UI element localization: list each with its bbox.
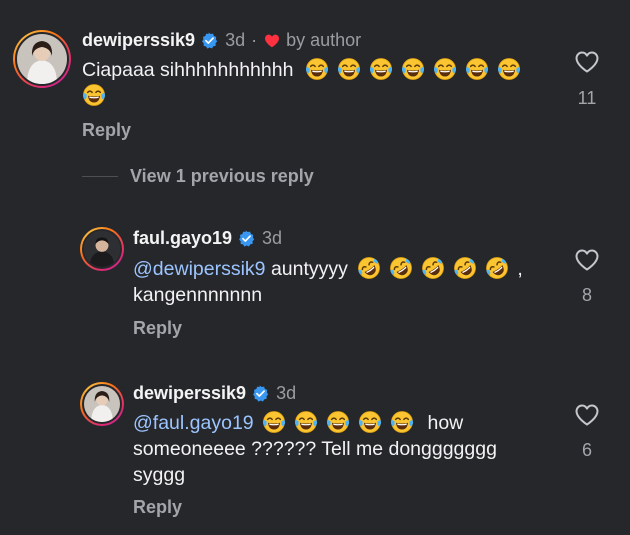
like-count: 8 xyxy=(581,285,592,305)
comment-text-content: Ciapaaa sihhhhhhhhhhh xyxy=(82,59,294,81)
rofl-emoji-icon xyxy=(389,256,413,280)
joy-emoji-icon xyxy=(294,410,318,434)
rofl-emoji-icon xyxy=(357,256,381,280)
joy-emoji-icon xyxy=(369,57,393,81)
joy-emoji-icon xyxy=(337,57,361,81)
timestamp: 3d xyxy=(276,383,297,403)
comment-text-content: syggg xyxy=(133,464,186,486)
joy-emoji-icon xyxy=(401,57,425,81)
username[interactable]: faul.gayo19 xyxy=(133,228,232,249)
avatar[interactable] xyxy=(13,30,71,88)
joy-emoji-icon xyxy=(358,410,382,434)
joy-emoji-icon xyxy=(305,57,329,81)
author-liked-heart-icon xyxy=(263,33,281,49)
comment-text: @faul.gayo19 how someoneeee ?????? Tell … xyxy=(133,410,533,488)
username[interactable]: dewiperssik9 xyxy=(82,30,195,51)
mention-link[interactable]: @faul.gayo19 xyxy=(133,412,254,434)
like-heart-icon[interactable] xyxy=(574,50,600,74)
profile-photo-icon xyxy=(17,34,67,84)
comments-thread: dewiperssik9 3d · by author Ciapaaa sihh… xyxy=(0,0,630,535)
view-replies-label: View 1 previous reply xyxy=(130,166,314,186)
avatar[interactable] xyxy=(80,382,124,426)
timestamp: 3d xyxy=(262,228,283,248)
verified-badge-icon xyxy=(252,385,269,402)
mention-link[interactable]: @dewiperssik9 xyxy=(133,258,266,280)
comment-text-content: how xyxy=(427,412,464,434)
joy-emoji-icon xyxy=(390,410,414,434)
like-heart-icon[interactable] xyxy=(574,403,600,427)
divider-line xyxy=(82,176,118,177)
comment-text: @dewiperssik9 auntyyyy , kangennnnnnn xyxy=(133,256,533,308)
reply-button[interactable]: Reply xyxy=(133,497,182,518)
by-author-label: by author xyxy=(286,30,362,50)
like-heart-icon[interactable] xyxy=(574,248,600,272)
joy-emoji-icon xyxy=(82,83,106,107)
rofl-emoji-icon xyxy=(485,256,509,280)
avatar[interactable] xyxy=(80,227,124,271)
rofl-emoji-icon xyxy=(421,256,445,280)
profile-photo-icon xyxy=(84,386,120,422)
reply-button[interactable]: Reply xyxy=(82,120,131,141)
separator-dot: · xyxy=(251,30,258,50)
timestamp: 3d xyxy=(225,30,246,50)
joy-emoji-icon xyxy=(326,410,350,434)
joy-emoji-icon xyxy=(433,57,457,81)
verified-badge-icon xyxy=(238,230,255,247)
rofl-emoji-icon xyxy=(453,256,477,280)
joy-emoji-icon xyxy=(262,410,286,434)
profile-photo-icon xyxy=(84,231,120,267)
view-previous-replies-button[interactable]: View 1 previous reply xyxy=(82,166,314,187)
comment-text: Ciapaaa sihhhhhhhhhhh xyxy=(82,57,552,109)
verified-badge-icon xyxy=(201,32,218,49)
joy-emoji-icon xyxy=(497,57,521,81)
joy-emoji-icon xyxy=(465,57,489,81)
comment-text-content: auntyyyy xyxy=(270,258,348,280)
reply-button[interactable]: Reply xyxy=(133,318,182,339)
username[interactable]: dewiperssik9 xyxy=(133,383,246,404)
like-count: 6 xyxy=(581,440,592,460)
like-count: 11 xyxy=(577,88,597,108)
comment-text-content: someoneeee ?????? Tell me donggggggg xyxy=(133,438,497,460)
